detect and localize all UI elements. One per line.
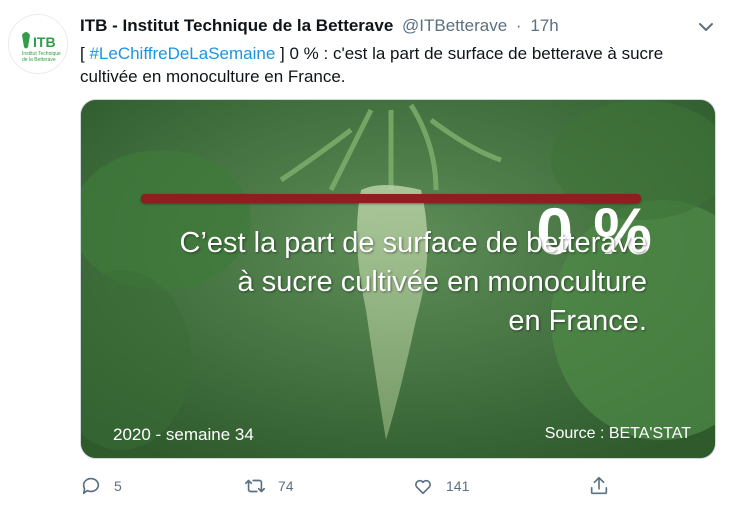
year-week-label: 2020 - semaine 34 <box>113 425 254 444</box>
retweet-count: 74 <box>278 478 294 494</box>
reply-button[interactable]: 5 <box>80 472 122 500</box>
like-button[interactable]: 141 <box>412 472 469 500</box>
tweet-media-image[interactable]: 0 % C’est la part de surface de betterav… <box>80 99 716 459</box>
caption-line: en France. <box>508 305 647 337</box>
reply-count: 5 <box>114 478 122 494</box>
retweet-button[interactable]: 74 <box>244 472 294 500</box>
accent-bar <box>141 194 641 203</box>
share-icon <box>590 476 608 495</box>
svg-text:ITB: ITB <box>33 34 56 50</box>
account-name[interactable]: ITB - Institut Technique de la Betterave <box>80 16 393 35</box>
image-caption: C’est la part de surface de betterave à … <box>141 224 647 341</box>
svg-text:de la Betterave: de la Betterave <box>22 57 56 63</box>
tweet-actions: 5 74 141 <box>76 472 656 500</box>
chevron-down-icon[interactable] <box>692 13 720 41</box>
retweet-icon <box>245 479 265 493</box>
tweet-timestamp[interactable]: 17h <box>530 16 558 35</box>
tweet-text: [ #LeChiffreDeLaSemaine ] 0 % : c'est la… <box>80 42 720 88</box>
caption-line: C’est la part de surface de betterave <box>179 227 647 259</box>
reply-icon <box>82 477 100 495</box>
tweet-header: ITB - Institut Technique de la Betterave… <box>80 15 680 37</box>
like-count: 141 <box>446 478 470 494</box>
caption-line: à sucre cultivée en monoculture <box>237 266 647 298</box>
account-handle[interactable]: @ITBetterave <box>402 16 507 35</box>
avatar[interactable]: ITB Institut Technique de la Betterave <box>8 14 68 74</box>
share-button[interactable] <box>588 472 622 500</box>
itb-logo: ITB Institut Technique de la Betterave <box>9 15 67 73</box>
source-label: Source : BETA'STAT <box>544 425 691 442</box>
hashtag-link[interactable]: #LeChiffreDeLaSemaine <box>89 44 275 63</box>
separator-dot: · <box>515 16 522 35</box>
heart-icon <box>415 479 431 495</box>
